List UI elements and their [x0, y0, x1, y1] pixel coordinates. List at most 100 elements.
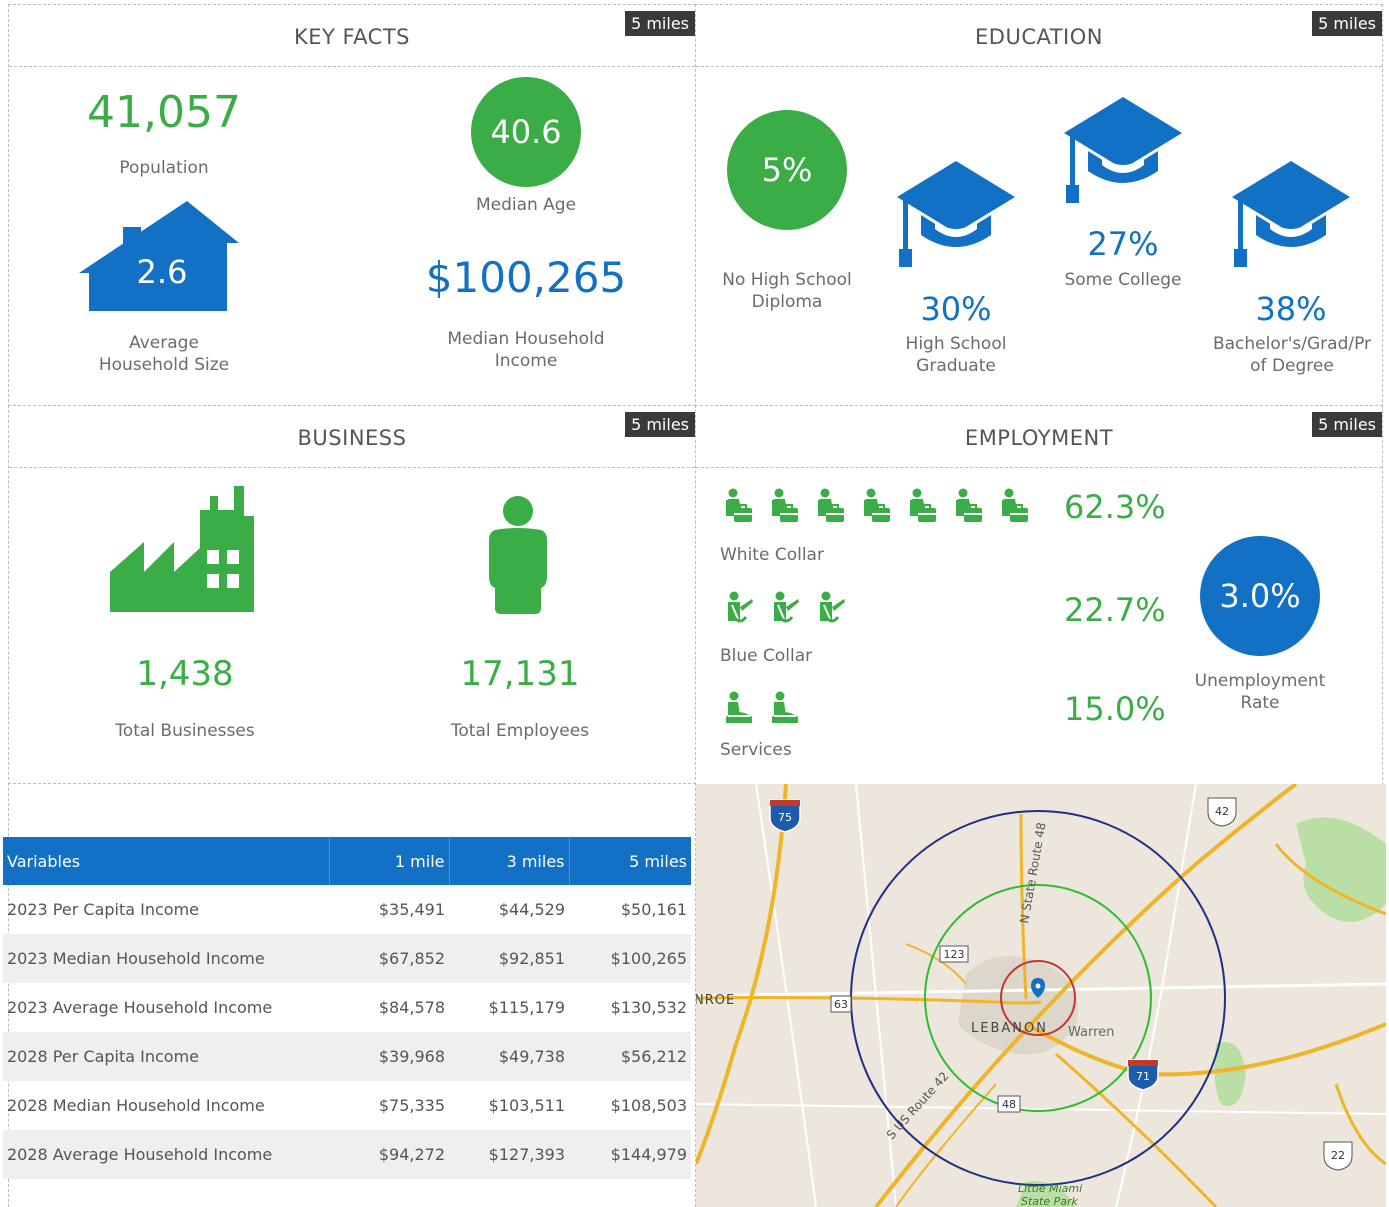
- table-row[interactable]: 2023 Average Household Income $84,578 $115…: [3, 983, 691, 1032]
- no-high-school-label-line2: Diploma: [751, 292, 823, 312]
- value-cell: $100,265: [610, 949, 687, 968]
- value-cell: $94,272: [378, 1145, 445, 1164]
- factory-icon: [110, 486, 256, 612]
- services-label: Services: [720, 740, 792, 760]
- business-header: BUSINESS 5 miles: [9, 406, 695, 468]
- header-3-miles[interactable]: 3 miles: [449, 837, 570, 885]
- key-facts-radius-badge: 5 miles: [625, 11, 695, 36]
- variable-name-cell: 2023 Per Capita Income: [7, 900, 200, 919]
- income-table-wrapper: Variables 1 mile 3 miles 5 miles 2023 Pe…: [3, 837, 691, 1179]
- blue-collar-icon-row: [724, 591, 846, 629]
- services-worker-icon: [724, 691, 754, 729]
- employment-header: EMPLOYMENT 5 miles: [696, 406, 1382, 468]
- employment-title: EMPLOYMENT: [964, 426, 1114, 450]
- median-age-label: Median Age: [475, 195, 577, 215]
- svg-text:75: 75: [778, 811, 792, 824]
- median-income-label-line1: Median Household: [447, 329, 605, 349]
- white-collar-worker-icon: [908, 488, 938, 526]
- svg-text:42: 42: [1215, 805, 1229, 818]
- high-school-label: High School Graduate: [875, 333, 1037, 377]
- unemployment-label: Unemployment Rate: [1180, 670, 1340, 714]
- total-businesses-label: Total Businesses: [115, 721, 255, 741]
- table-row[interactable]: 2023 Per Capita Income $35,491 $44,529 $50,…: [3, 885, 691, 934]
- value-cell: $49,738: [498, 1047, 565, 1066]
- graduation-cap-icon: [1062, 97, 1184, 205]
- business-radius-badge: 5 miles: [625, 412, 695, 437]
- table-body: 2023 Per Capita Income $35,491 $44,529 $50,…: [3, 885, 691, 1179]
- white-collar-worker-icon: [954, 488, 984, 526]
- key-facts-panel: KEY FACTS 5 miles 41,057 Population 40.6…: [8, 4, 696, 407]
- svg-text:48: 48: [1002, 1098, 1016, 1111]
- white-collar-worker-icon: [770, 488, 800, 526]
- header-variables[interactable]: Variables: [3, 837, 330, 885]
- monroe-label: NROE: [696, 993, 735, 1008]
- value-cell: $144,979: [610, 1145, 687, 1164]
- value-cell: $92,851: [498, 949, 565, 968]
- high-school-value: 30%: [920, 290, 992, 328]
- income-table: Variables 1 mile 3 miles 5 miles 2023 Pe…: [3, 837, 691, 1179]
- map-canvas[interactable]: 75 71 42 22 123 63 48 LEBANON Warren NRO…: [696, 784, 1386, 1207]
- graduation-cap-icon: [1230, 161, 1352, 269]
- some-college-value: 27%: [1087, 225, 1159, 263]
- svg-text:63: 63: [834, 998, 848, 1011]
- variable-name-cell: 2028 Average Household Income: [7, 1145, 273, 1164]
- high-school-label-line1: High School: [905, 334, 1007, 354]
- value-cell: $67,852: [378, 949, 445, 968]
- state-route-48-shield: 48: [997, 1095, 1021, 1113]
- state-route-123-shield: 123: [939, 945, 969, 963]
- unemployment-value: 3.0%: [1219, 577, 1301, 615]
- interstate-71-shield: 71: [1127, 1059, 1159, 1091]
- median-income-label: Median Household Income: [426, 328, 626, 372]
- no-high-school-value: 5%: [761, 151, 813, 189]
- table-row[interactable]: 2028 Median Household Income $75,335 $103,…: [3, 1081, 691, 1130]
- interstate-75-shield: 75: [769, 799, 801, 833]
- unemployment-label-line1: Unemployment: [1194, 671, 1326, 691]
- route-42-label: S US Route 42: [884, 1069, 952, 1142]
- header-5-miles[interactable]: 5 miles: [569, 837, 691, 885]
- key-facts-title: KEY FACTS: [293, 25, 410, 49]
- unemployment-circle: 3.0%: [1200, 536, 1320, 656]
- employment-panel: EMPLOYMENT 5 miles 62.3% White Collar 22…: [695, 405, 1383, 785]
- services-icon-row: [724, 691, 800, 729]
- no-high-school-label-line1: No High School: [722, 270, 852, 290]
- value-cell: $35,491: [378, 900, 445, 919]
- header-1-mile[interactable]: 1 mile: [329, 837, 450, 885]
- white-collar-label: White Collar: [720, 545, 824, 565]
- bachelor-value: 38%: [1255, 290, 1327, 328]
- white-collar-icon-row: [724, 488, 1030, 526]
- blue-collar-worker-icon: [770, 591, 800, 629]
- value-cell: $103,511: [488, 1096, 565, 1115]
- white-collar-worker-icon: [724, 488, 754, 526]
- state-route-63-shield: 63: [830, 995, 852, 1013]
- person-icon: [483, 496, 553, 614]
- variable-name-cell: 2023 Average Household Income: [7, 998, 273, 1017]
- value-cell: $115,179: [488, 998, 565, 1017]
- population-label: Population: [119, 158, 209, 178]
- white-collar-worker-icon: [816, 488, 846, 526]
- population-value: 41,057: [87, 87, 241, 138]
- business-panel: BUSINESS 5 miles 1,438 Total Businesses …: [8, 405, 696, 785]
- blue-collar-worker-icon: [724, 591, 754, 629]
- white-collar-value: 62.3%: [1064, 488, 1166, 526]
- blue-collar-label: Blue Collar: [720, 646, 813, 666]
- graduation-cap-icon: [895, 161, 1017, 269]
- table-header-row: Variables 1 mile 3 miles 5 miles: [3, 837, 691, 885]
- education-title: EDUCATION: [975, 25, 1103, 49]
- park-label-line1: Little Miami: [1018, 1182, 1082, 1195]
- variable-name-cell: 2023 Median Household Income: [7, 949, 265, 968]
- key-facts-header: KEY FACTS 5 miles: [9, 5, 695, 67]
- median-age-circle: 40.6: [471, 77, 581, 187]
- household-size-label-line1: Average: [129, 333, 199, 353]
- services-worker-icon: [770, 691, 800, 729]
- table-row[interactable]: 2028 Per Capita Income $39,968 $49,738 $56,…: [3, 1032, 691, 1081]
- total-employees-value: 17,131: [460, 654, 580, 694]
- table-row[interactable]: 2028 Average Household Income $94,272 $127…: [3, 1130, 691, 1179]
- map-view[interactable]: 75 71 42 22 123 63 48 LEBANON Warren NRO…: [696, 784, 1386, 1207]
- household-size-value: 2.6: [136, 253, 188, 291]
- bachelor-label-line2: of Degree: [1250, 356, 1334, 376]
- variable-name-cell: 2028 Median Household Income: [7, 1096, 265, 1115]
- no-high-school-label: No High School Diploma: [707, 269, 867, 313]
- education-radius-badge: 5 miles: [1312, 11, 1382, 36]
- warren-label: Warren: [1068, 1025, 1114, 1040]
- table-row[interactable]: 2023 Median Household Income $67,852 $92,8…: [3, 934, 691, 983]
